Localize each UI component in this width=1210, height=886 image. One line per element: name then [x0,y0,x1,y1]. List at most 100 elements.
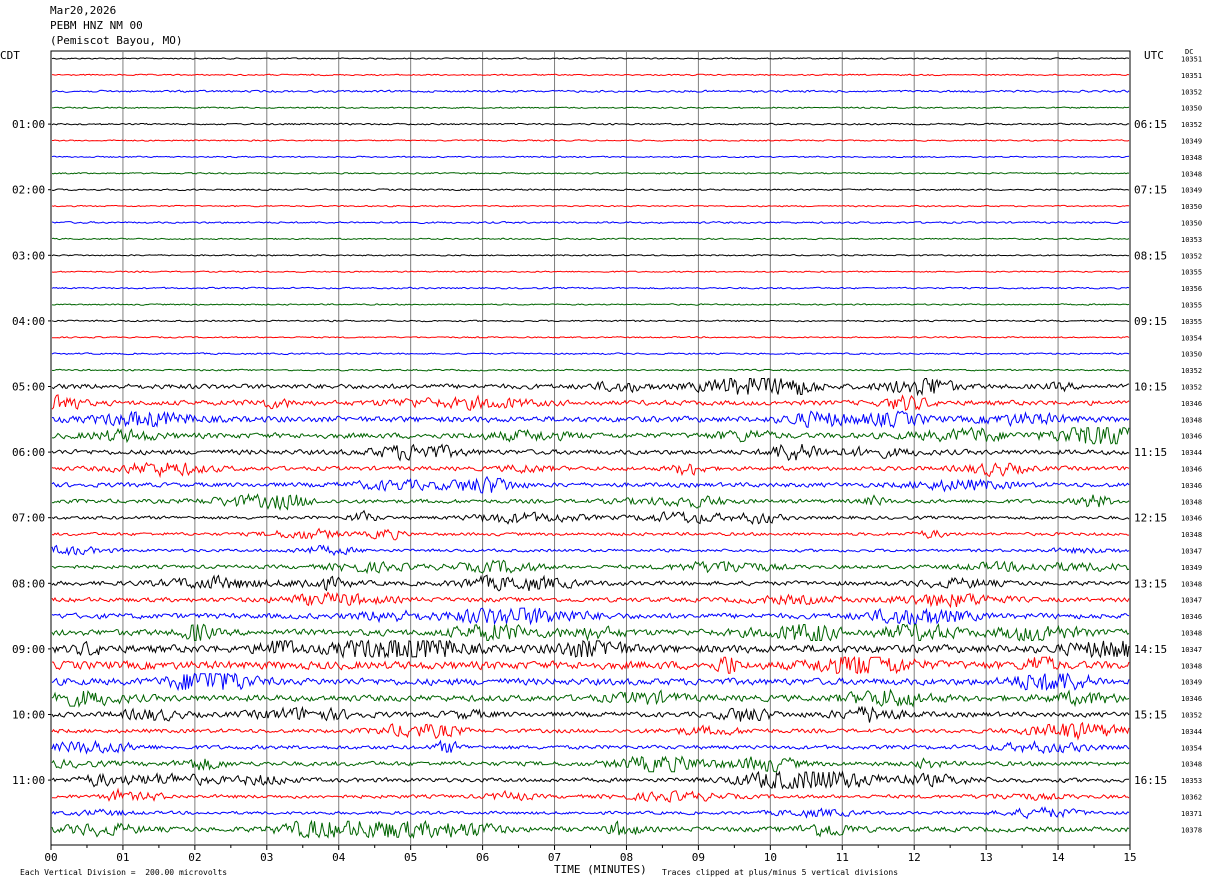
x-tick-label: 06 [476,851,489,864]
dc-value: 10346 [1181,466,1202,474]
right-hour-label: 06:15 [1134,118,1167,131]
seismic-trace-row [51,377,1130,397]
dc-value: 10350 [1181,203,1202,211]
seismic-trace-row [51,394,1130,411]
dc-value: 10353 [1181,236,1202,244]
seismic-trace-row [52,139,1130,142]
seismic-trace-row [51,688,1130,708]
dc-value: 10348 [1181,580,1202,588]
seismic-trace-row [51,819,1130,840]
dc-value: 10348 [1181,416,1202,424]
right-hour-label: 09:15 [1134,315,1167,328]
dc-value: 10348 [1181,498,1202,506]
seismic-trace-row [51,122,1130,126]
seismic-trace-row [51,254,1130,257]
x-tick-label: 12 [908,851,921,864]
seismic-trace-row [51,755,1130,773]
dc-value: 10348 [1181,154,1202,162]
right-hour-label: 15:15 [1134,709,1167,722]
dc-value: 10346 [1181,515,1202,523]
dc-value: 10352 [1181,367,1202,375]
dc-value: 10352 [1181,88,1202,96]
dc-value: 10356 [1181,285,1202,293]
seismic-trace-row [51,705,1130,723]
dc-value: 10350 [1181,105,1202,113]
x-tick-label: 10 [764,851,777,864]
seismic-trace-row [51,591,1130,609]
dc-value: 10350 [1181,351,1202,359]
x-tick-label: 09 [692,851,705,864]
seismic-trace-row [51,559,1130,575]
seismic-trace-row [51,770,1130,790]
x-tick-label: 11 [836,851,849,864]
seismic-trace-row [51,493,1130,511]
seismic-trace-row [51,607,1130,626]
dc-value: 10346 [1181,400,1202,408]
seismic-trace-row [51,171,1130,175]
dc-value: 10347 [1181,548,1202,556]
seismic-trace-row [52,787,1130,803]
seismic-trace-row [51,544,1130,557]
dc-value: 10347 [1181,646,1202,654]
dc-value: 10352 [1181,712,1202,720]
x-tick-label: 13 [980,851,993,864]
dc-value: 10348 [1181,170,1202,178]
seismic-trace-row [51,806,1130,820]
dc-value: 10346 [1181,482,1202,490]
seismic-trace-row [51,410,1130,429]
left-hour-label: 06:00 [12,446,45,459]
x-tick-label: 14 [1051,851,1065,864]
dc-value: 10348 [1181,630,1202,638]
right-hour-label: 12:15 [1134,512,1167,525]
right-hour-label: 07:15 [1134,184,1167,197]
x-axis-title: TIME (MINUTES) [554,863,647,876]
left-hour-label: 09:00 [12,643,45,656]
dc-value: 10348 [1181,662,1202,670]
right-hour-label: 10:15 [1134,381,1167,394]
x-tick-label: 15 [1123,851,1136,864]
dc-value: 10352 [1181,252,1202,260]
dc-value: 10351 [1181,56,1202,64]
dc-value: 10346 [1181,433,1202,441]
dc-value: 10348 [1181,531,1202,539]
dc-value: 10355 [1181,318,1202,326]
right-hour-label: 16:15 [1134,774,1167,787]
right-hour-label: 08:15 [1134,249,1167,262]
seismic-trace-row [51,574,1130,592]
dc-value: 10362 [1181,794,1202,802]
seismic-trace-row [51,623,1130,642]
dc-value: 10350 [1181,220,1202,228]
seismic-trace-row [51,527,1129,541]
seismic-trace-row [51,655,1130,675]
seismic-trace-row [51,461,1130,479]
dc-value: 10346 [1181,695,1202,703]
left-hour-label: 03:00 [12,249,45,262]
seismic-trace-row [51,89,1130,93]
seismic-trace-row [51,739,1130,755]
seismic-trace-row [51,443,1130,462]
dc-value: 10346 [1181,613,1202,621]
x-tick-label: 01 [116,851,129,864]
dc-value: 10371 [1181,810,1202,818]
dc-value: 10354 [1181,744,1202,752]
dc-value: 10349 [1181,138,1202,146]
right-hour-label: 13:15 [1134,577,1167,590]
left-hour-label: 02:00 [12,184,45,197]
x-tick-label: 04 [332,851,346,864]
seismic-trace-row [51,220,1130,225]
seismic-trace-row [51,155,1130,159]
seismic-trace-row [51,237,1130,241]
seismic-trace-row [51,426,1130,445]
dc-value: 10378 [1181,826,1202,834]
seismic-trace-row [51,188,1130,192]
scale-note: Each Vertical Division = 200.00 microvol… [20,868,228,877]
seismic-trace-row [51,721,1130,741]
seismic-trace-row [51,204,1130,208]
x-tick-label: 03 [260,851,273,864]
plot-frame [50,50,1131,846]
dc-value: 10344 [1181,728,1202,736]
seismic-trace-row [51,319,1130,323]
seismic-trace-row [51,303,1130,306]
dc-value: 10349 [1181,679,1202,687]
dc-value: 10344 [1181,449,1202,457]
